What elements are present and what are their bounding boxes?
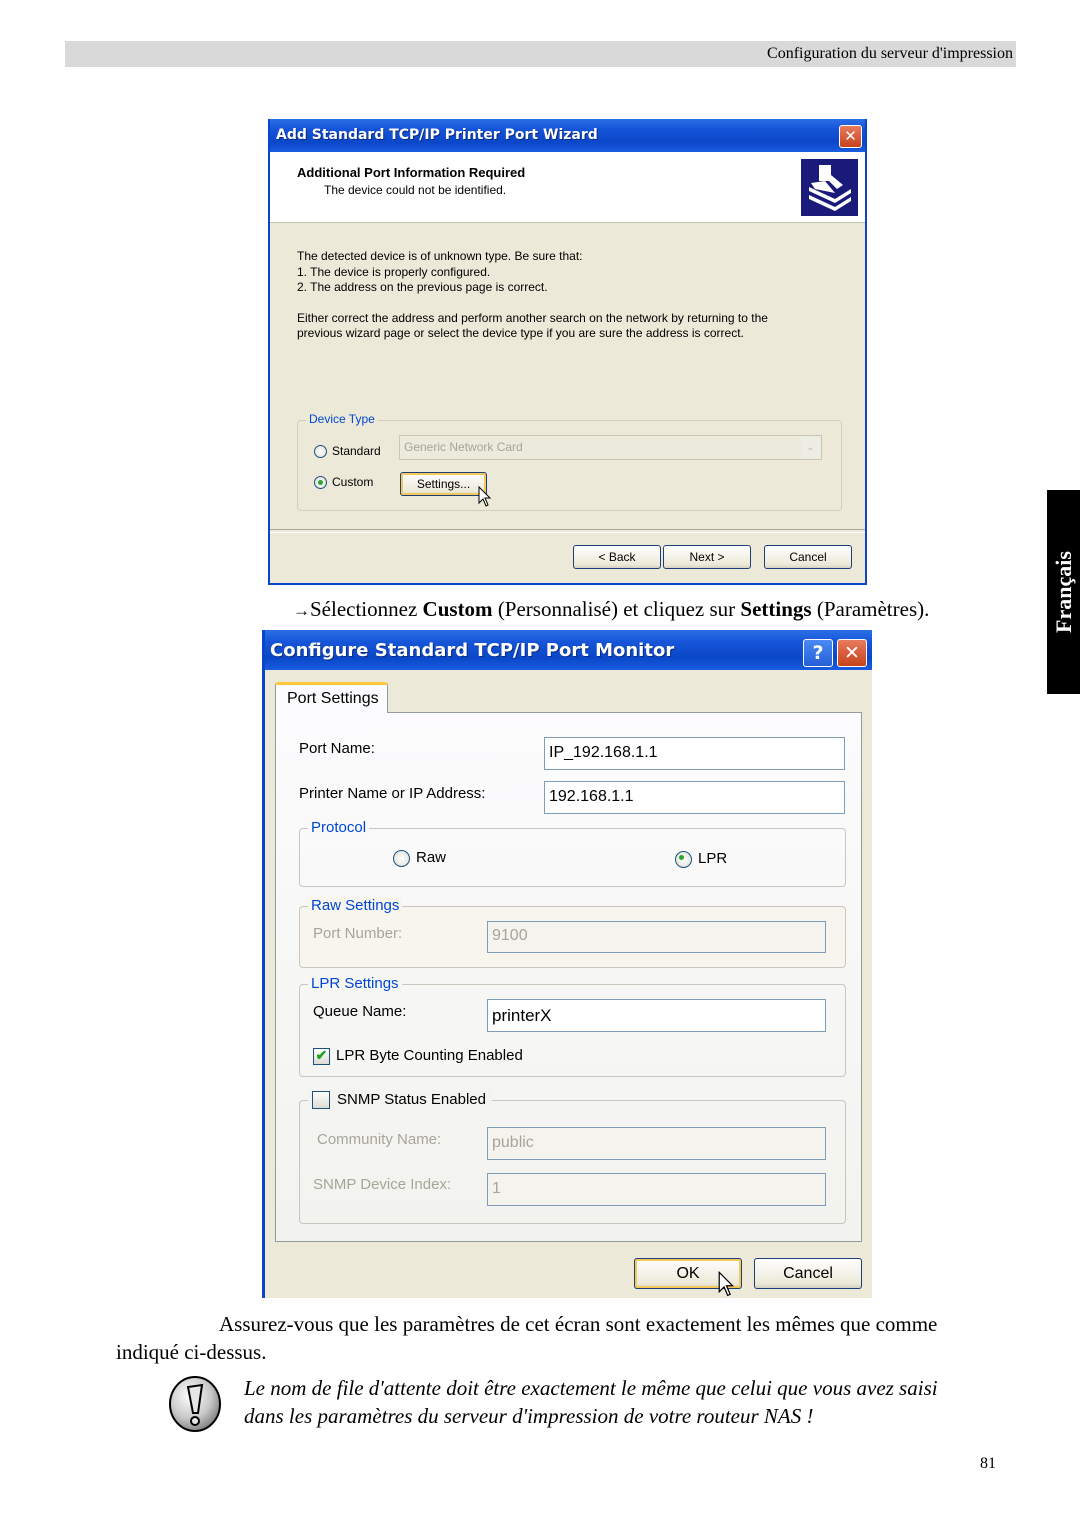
instruction-part: (Personnalisé) et cliquez sur (492, 597, 741, 621)
raw-label[interactable]: Raw (416, 849, 446, 866)
wizard-window: Add Standard TCP/IP Printer Port Wizard … (268, 119, 867, 585)
byte-counting-label[interactable]: LPR Byte Counting Enabled (336, 1047, 523, 1064)
custom-radio[interactable] (314, 476, 327, 489)
close-icon[interactable]: ✕ (837, 639, 867, 667)
snmp-index-label: SNMP Device Index: (313, 1176, 452, 1193)
wizard-title: Add Standard TCP/IP Printer Port Wizard (276, 127, 598, 143)
raw-settings-legend: Raw Settings (308, 897, 403, 914)
printer-address-label: Printer Name or IP Address: (299, 785, 486, 802)
community-name-value: public (492, 1134, 534, 1151)
note-line: dans les paramètres du serveur d'impress… (244, 1404, 814, 1428)
device-type-select[interactable]: Generic Network Card ⌄ (399, 435, 822, 460)
cancel-button[interactable]: Cancel (754, 1258, 862, 1289)
port-number-value: 9100 (492, 927, 528, 944)
port-name-input[interactable]: IP_192.168.1.1 (544, 737, 845, 770)
raw-radio[interactable] (393, 850, 410, 867)
warning-icon (169, 1376, 221, 1432)
port-number-label: Port Number: (313, 925, 403, 942)
snmp-enabled-checkbox[interactable] (312, 1091, 330, 1109)
page-number: 81 (980, 1455, 996, 1472)
wizard-title-bar: Add Standard TCP/IP Printer Port Wizard (270, 119, 865, 152)
printer-address-input[interactable]: 192.168.1.1 (544, 781, 845, 814)
printer-icon (801, 159, 858, 216)
community-name-label: Community Name: (317, 1131, 442, 1148)
device-type-legend: Device Type (306, 412, 378, 426)
device-type-group: Device Type Standard Generic Network Car… (297, 412, 842, 511)
body-line: 2. The address on the previous page is c… (297, 280, 548, 294)
port-monitor-window: Configure Standard TCP/IP Port Monitor ?… (262, 630, 872, 1298)
lpr-label[interactable]: LPR (698, 850, 727, 867)
language-tab: Français (1047, 490, 1080, 694)
paragraph-line: Assurez-vous que les paramètres de cet é… (219, 1312, 938, 1336)
mouse-cursor-icon (718, 1271, 735, 1297)
wizard-heading: Additional Port Information Required (297, 165, 526, 180)
device-type-select-value: Generic Network Card (404, 440, 523, 454)
instruction-paragraph: Assurez-vous que les paramètres de cet é… (116, 1310, 1016, 1366)
wizard-header-panel: Additional Port Information Required The… (270, 152, 865, 223)
printer-address-value: 192.168.1.1 (549, 788, 634, 805)
tab-port-settings[interactable]: Port Settings (275, 682, 388, 713)
instruction-text: →Sélectionnez Custom (Personnalisé) et c… (293, 597, 929, 622)
help-icon[interactable]: ? (803, 639, 833, 667)
port-name-value: IP_192.168.1.1 (549, 744, 658, 761)
body-line: The detected device is of unknown type. … (297, 249, 583, 263)
community-name-input[interactable]: public (487, 1127, 826, 1160)
language-label: Français (1050, 551, 1076, 633)
custom-label[interactable]: Custom (332, 475, 373, 489)
divider (270, 529, 865, 533)
wizard-body: The detected device is of unknown type. … (297, 249, 768, 342)
snmp-enabled-label[interactable]: SNMP Status Enabled (337, 1091, 486, 1108)
instruction-part: Sélectionnez (310, 597, 423, 621)
queue-name-label: Queue Name: (313, 1003, 407, 1020)
back-button[interactable]: < Back (573, 545, 661, 569)
snmp-index-value: 1 (492, 1180, 501, 1197)
instruction-bold-settings: Settings (740, 597, 812, 621)
byte-counting-checkbox[interactable]: ✔ (313, 1048, 330, 1065)
instruction-bold-custom: Custom (422, 597, 493, 621)
settings-button[interactable]: Settings... (400, 472, 487, 496)
protocol-group: Protocol Raw LPR (299, 819, 846, 887)
body-line: Either correct the address and perform a… (297, 310, 768, 325)
monitor-title: Configure Standard TCP/IP Port Monitor (270, 640, 675, 661)
lpr-settings-legend: LPR Settings (308, 975, 402, 992)
tab-label: Port Settings (287, 690, 379, 707)
body-line: previous wizard page or select the devic… (297, 326, 744, 340)
queue-name-input[interactable]: printerX (487, 999, 826, 1032)
mouse-cursor-icon (478, 486, 492, 507)
snmp-index-input[interactable]: 1 (487, 1173, 826, 1206)
section-header: Configuration du serveur d'impression (65, 41, 1016, 67)
port-name-label: Port Name: (299, 740, 375, 757)
port-settings-panel: Port Name: IP_192.168.1.1 Printer Name o… (275, 712, 862, 1242)
chevron-down-icon[interactable]: ⌄ (801, 437, 820, 458)
section-title: Configuration du serveur d'impression (767, 45, 1013, 62)
body-line: 1. The device is properly configured. (297, 264, 491, 279)
lpr-settings-group: LPR Settings Queue Name: printerX ✔ LPR … (299, 975, 846, 1077)
arrow-icon: → (293, 601, 310, 620)
next-button[interactable]: Next > (663, 545, 751, 569)
standard-radio[interactable] (314, 445, 327, 458)
warning-note: Le nom de file d'attente doit être exact… (244, 1374, 1014, 1430)
paragraph-line: indiqué ci-dessus. (116, 1340, 267, 1364)
note-line: Le nom de file d'attente doit être exact… (244, 1376, 938, 1400)
monitor-title-bar: Configure Standard TCP/IP Port Monitor (265, 630, 872, 670)
raw-settings-group: Raw Settings Port Number: 9100 (299, 897, 846, 968)
lpr-radio[interactable] (675, 851, 692, 868)
snmp-group: SNMP Status Enabled Community Name: publ… (299, 1090, 846, 1224)
cancel-button[interactable]: Cancel (764, 545, 852, 569)
port-number-input[interactable]: 9100 (487, 921, 826, 953)
close-icon[interactable]: ✕ (839, 125, 862, 148)
wizard-subheading: The device could not be identified. (324, 183, 507, 197)
queue-name-value: printerX (492, 1006, 552, 1025)
snmp-legend: SNMP Status Enabled (308, 1090, 492, 1110)
standard-label[interactable]: Standard (332, 444, 381, 458)
instruction-part: (Paramètres). (811, 597, 930, 621)
protocol-legend: Protocol (308, 819, 370, 836)
